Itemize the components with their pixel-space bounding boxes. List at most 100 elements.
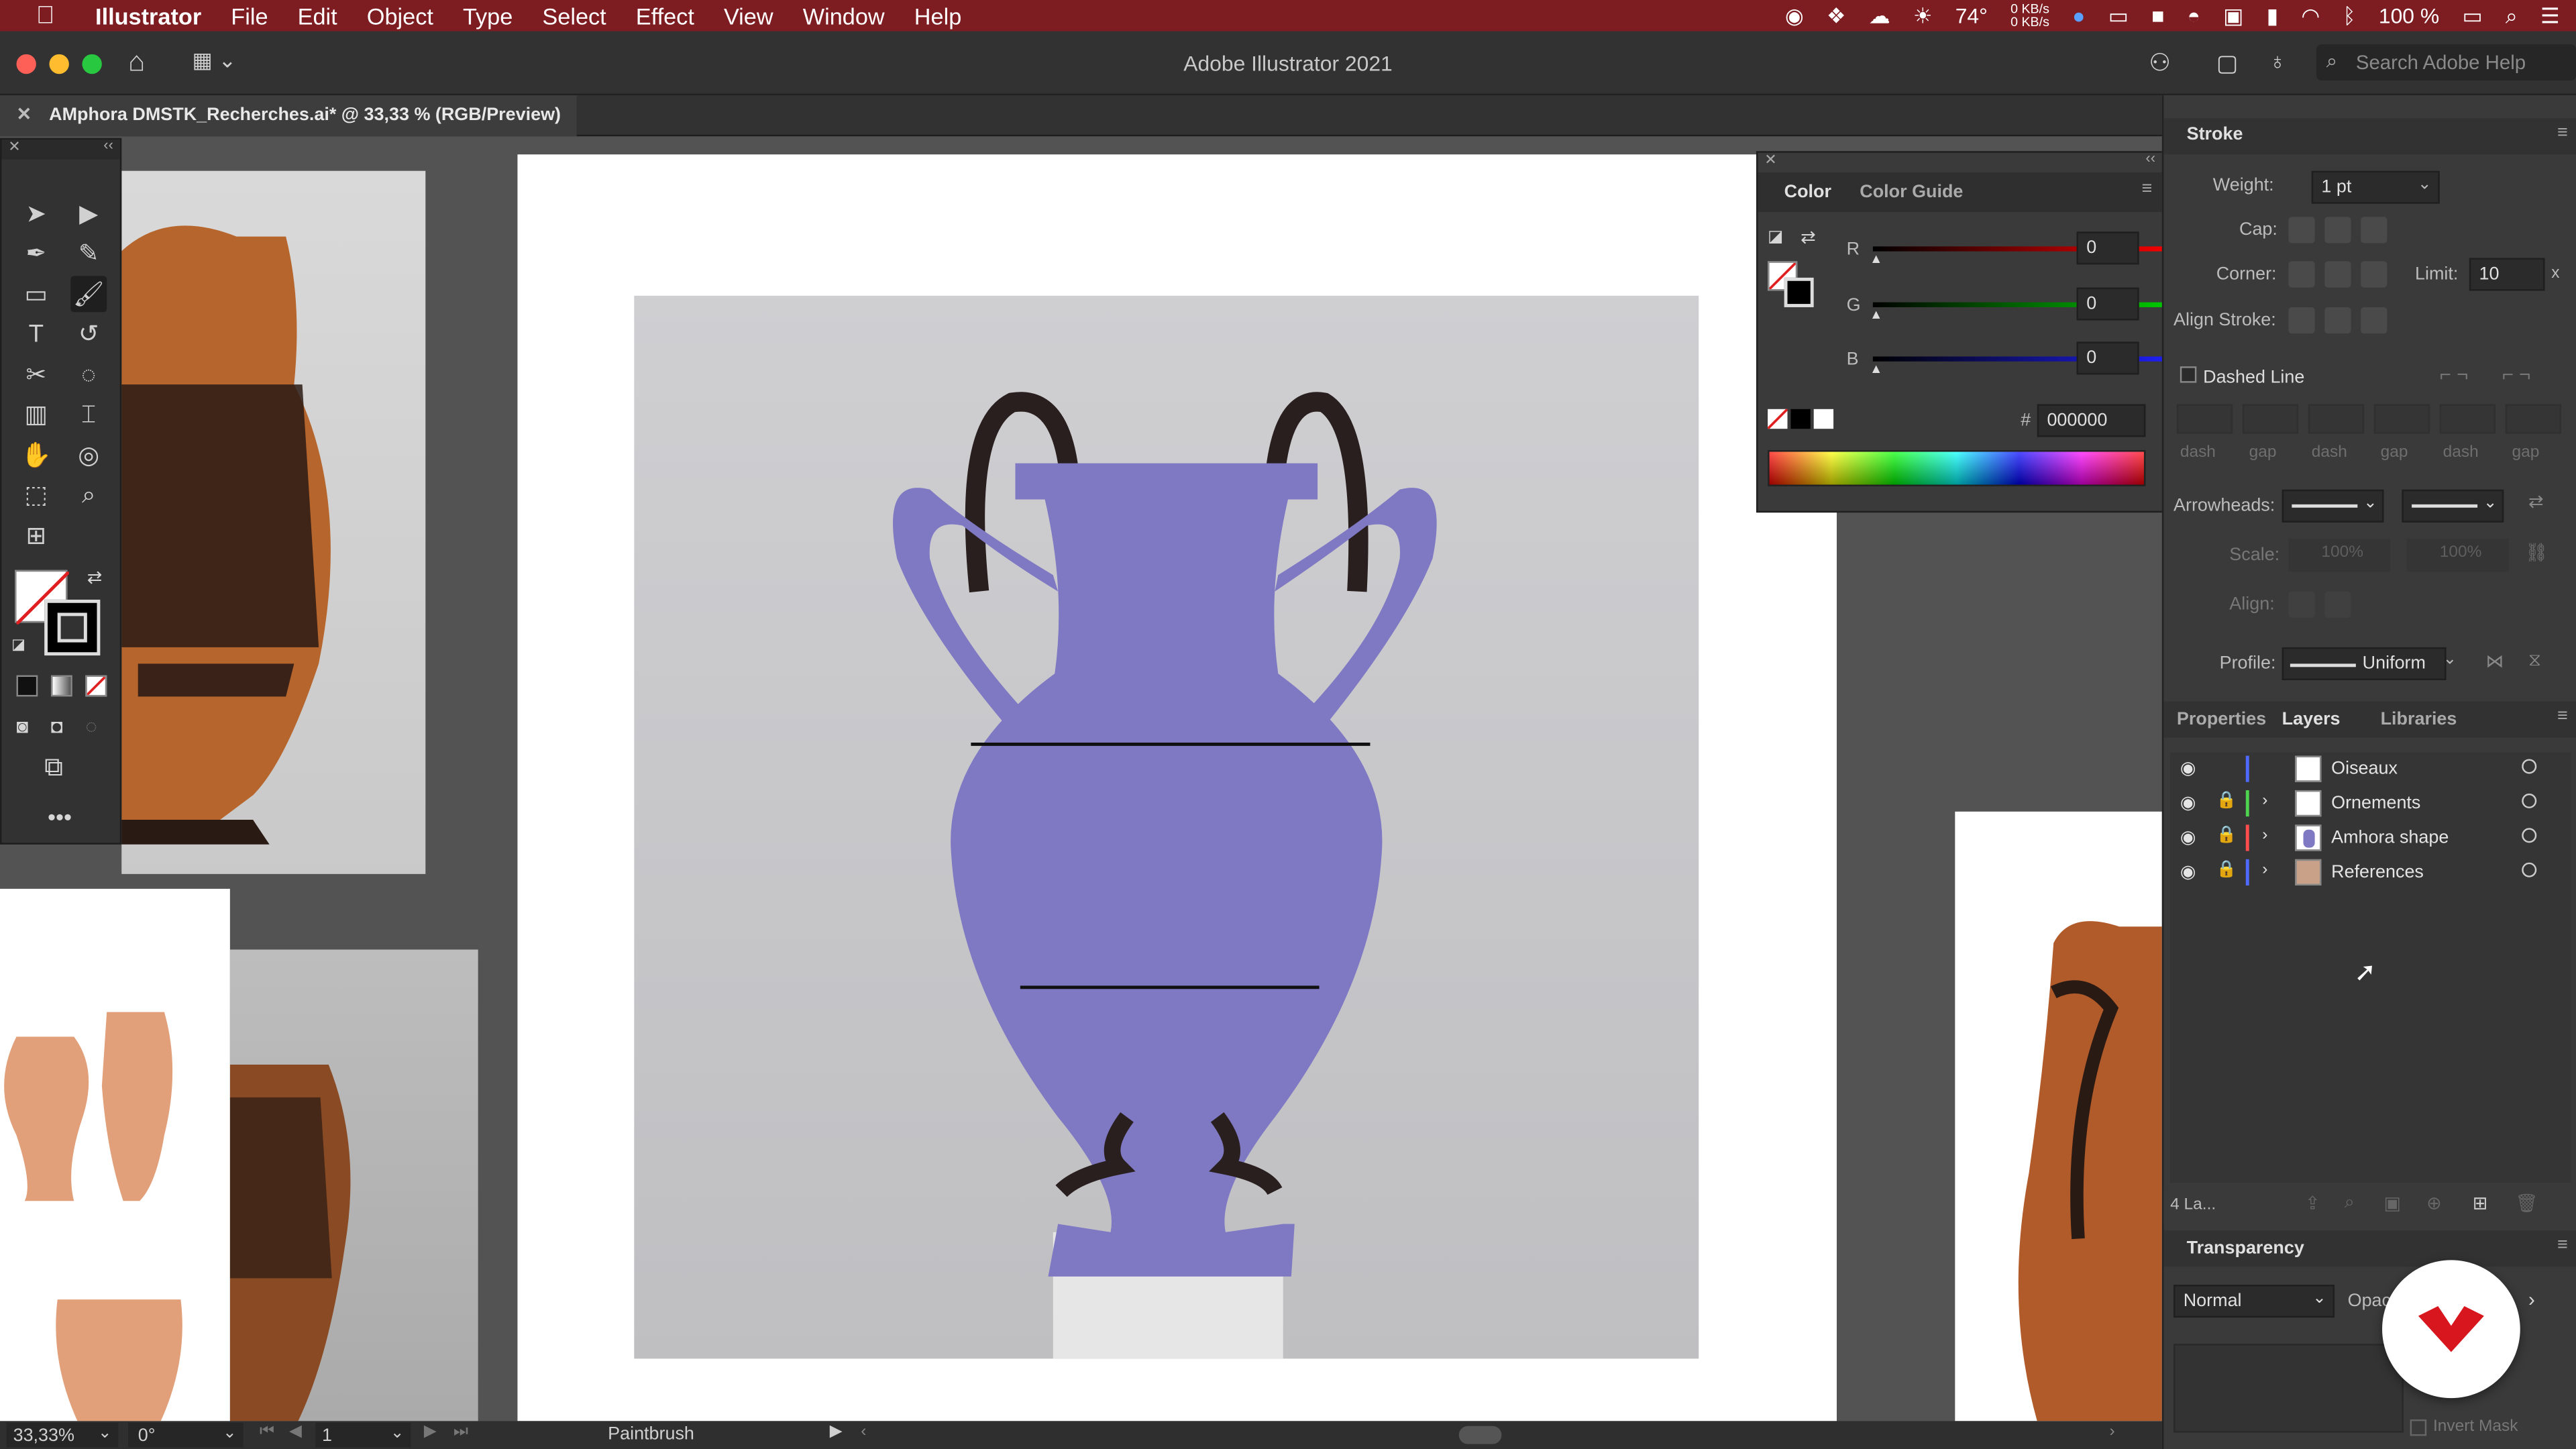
direct-selection-tool-icon[interactable]: ▶ [70, 195, 107, 231]
menu-type[interactable]: Type [463, 3, 513, 29]
r-input[interactable]: 0 [2076, 231, 2139, 265]
control-center-icon[interactable]: ☰ [2540, 3, 2560, 29]
scale-start-input[interactable]: 100% [2288, 539, 2391, 572]
type-tool-icon[interactable]: T [18, 315, 54, 352]
prev-artboard-icon[interactable]: ◀ [289, 1423, 302, 1441]
layer-row-ornements[interactable]: ◉ 🔒 › Ornements [2170, 787, 2576, 821]
tab-layers[interactable]: Layers [2282, 710, 2341, 729]
black-color-chip[interactable] [1790, 409, 1811, 429]
last-artboard-icon[interactable]: ⏭ [453, 1423, 468, 1441]
color-swap-icon[interactable]: ⇄ [1801, 227, 1816, 248]
b-input[interactable]: 0 [2076, 341, 2139, 375]
layer-name[interactable]: References [2331, 863, 2424, 882]
layer-name[interactable]: Ornements [2331, 794, 2420, 813]
menu-edit[interactable]: Edit [298, 3, 337, 29]
transparency-menu-icon[interactable]: ≡ [2557, 1236, 2568, 1255]
hex-input[interactable]: 000000 [2037, 404, 2146, 437]
cloud-icon[interactable]: ☁ [1869, 3, 1890, 29]
zoom-dropdown-icon[interactable]: ⌄ [98, 1424, 112, 1442]
paintbrush-tool-icon[interactable]: 🖌 [70, 276, 107, 313]
flag-icon[interactable]: ▮ [2267, 3, 2279, 29]
horizontal-scrollbar-thumb[interactable] [1458, 1426, 1502, 1444]
align-outside-icon[interactable] [2361, 307, 2387, 334]
dash-align-icon[interactable]: ⌐ ¬ [2502, 363, 2531, 386]
layers-menu-icon[interactable]: ≡ [2557, 706, 2568, 726]
dash-field-1[interactable] [2176, 404, 2233, 434]
artboard-tool-icon[interactable]: ⬚ [18, 476, 54, 513]
menu-view[interactable]: View [724, 3, 773, 29]
zoom-tool-icon[interactable]: ⌕ [70, 476, 107, 513]
menu-select[interactable]: Select [542, 3, 606, 29]
round-cap-icon[interactable] [2324, 217, 2351, 244]
battery-icon[interactable]: ▭ [2462, 3, 2482, 29]
r-slider-thumb[interactable]: ▲ [1870, 252, 1882, 266]
weight-input[interactable]: 1 pt ⌄ [2311, 170, 2440, 204]
default-fill-stroke-icon[interactable]: ◪ [11, 636, 25, 654]
share-user-icon[interactable]: ⚇ [2149, 48, 2171, 77]
flip-across-icon[interactable]: ⧖ [2528, 651, 2541, 672]
lock-icon[interactable]: 🔒 [2216, 826, 2237, 845]
lightbulb-icon[interactable]: ♁ [2269, 48, 2286, 74]
stroke-swatch[interactable] [44, 599, 101, 656]
search-help-input[interactable]: ⌕ Search Adobe Help [2316, 44, 2576, 81]
shape-builder-tool-icon[interactable]: ◎ [70, 437, 107, 473]
more-tools-icon[interactable]: ••• [48, 804, 72, 830]
new-layer-icon[interactable]: ⊞ [2473, 1193, 2488, 1214]
color-default-icon[interactable]: ◪ [1768, 228, 1783, 246]
arrow-place-icon[interactable] [2324, 591, 2351, 618]
tab-color-guide[interactable]: Color Guide [1860, 182, 1963, 202]
zoom-input[interactable]: 33,33% ⌄ [6, 1422, 119, 1448]
menu-app[interactable]: Illustrator [95, 3, 201, 29]
arrowhead-end-select[interactable]: ⌄ [2402, 489, 2504, 523]
status-menu-icon[interactable]: ▶ [830, 1423, 843, 1441]
draw-behind-icon[interactable]: ◘ [51, 714, 63, 737]
scroll-left-icon[interactable]: ‹ [861, 1423, 866, 1441]
layer-name[interactable]: Oiseaux [2331, 759, 2398, 778]
dashed-line-checkbox[interactable] [2180, 366, 2197, 383]
rotation-dropdown-icon[interactable]: ⌄ [223, 1424, 237, 1442]
layer-row-amhora-shape[interactable]: ◉ 🔒 › Amhora shape [2170, 822, 2576, 856]
tab-color[interactable]: Color [1784, 182, 1831, 202]
layer-target-icon[interactable] [2522, 862, 2537, 877]
dash-field-2[interactable] [2308, 404, 2365, 434]
projecting-cap-icon[interactable] [2361, 217, 2387, 244]
limit-input[interactable]: 10 [2469, 258, 2545, 291]
color-stroke-swatch[interactable] [1784, 277, 1814, 307]
screen-mode-icon[interactable]: ⧉ [44, 754, 63, 784]
monitor-icon[interactable]: ▭ [2108, 3, 2129, 29]
stroke-panel-header[interactable]: Stroke ≡ [2163, 118, 2576, 155]
menu-object[interactable]: Object [367, 3, 433, 29]
status-app-icon[interactable]: ◉ [1785, 3, 1804, 29]
wifi-icon[interactable]: ◠ [2301, 3, 2320, 29]
reference-sketches[interactable] [0, 888, 230, 1421]
panel-menu-icon[interactable]: ≡ [2141, 179, 2152, 199]
scale-end-input[interactable]: 100% [2406, 539, 2509, 572]
gap-field-2[interactable] [2373, 404, 2430, 434]
visibility-eye-icon[interactable]: ◉ [2180, 861, 2196, 882]
visibility-eye-icon[interactable]: ◉ [2180, 826, 2196, 847]
draw-normal-icon[interactable]: ◙ [16, 714, 28, 737]
swap-arrowheads-icon[interactable]: ⇄ [2528, 491, 2544, 513]
none-mode-icon[interactable] [85, 675, 107, 697]
mask-thumbnail[interactable] [2174, 1344, 2404, 1433]
spotlight-icon[interactable]: ⌕ [2506, 3, 2518, 29]
curvature-tool-icon[interactable]: ✎ [70, 235, 107, 271]
white-color-chip[interactable] [1813, 409, 1834, 429]
artboard-dropdown-icon[interactable]: ⌄ [390, 1424, 405, 1442]
eyedropper-tool-icon[interactable]: ⌶ [70, 396, 107, 432]
miter-join-icon[interactable] [2288, 261, 2315, 288]
layer-target-icon[interactable] [2522, 828, 2537, 843]
butt-cap-icon[interactable] [2288, 217, 2315, 244]
menu-help[interactable]: Help [914, 3, 962, 29]
bevel-join-icon[interactable] [2361, 261, 2387, 288]
g-slider-thumb[interactable]: ▲ [1870, 307, 1882, 322]
locate-object-icon[interactable]: ⌕ [2345, 1193, 2355, 1214]
layer-name[interactable]: Amhora shape [2331, 828, 2449, 847]
swap-fill-stroke-icon[interactable]: ⇄ [87, 567, 103, 588]
layer-target-icon[interactable] [2522, 793, 2537, 808]
scroll-right-icon[interactable]: › [2110, 1423, 2115, 1441]
lock-icon[interactable]: 🔒 [2216, 792, 2237, 810]
gap-field-3[interactable] [2505, 404, 2561, 434]
display-icon[interactable]: ▣ [2223, 3, 2243, 29]
rotation-input[interactable]: 0° ⌄ [128, 1422, 244, 1448]
